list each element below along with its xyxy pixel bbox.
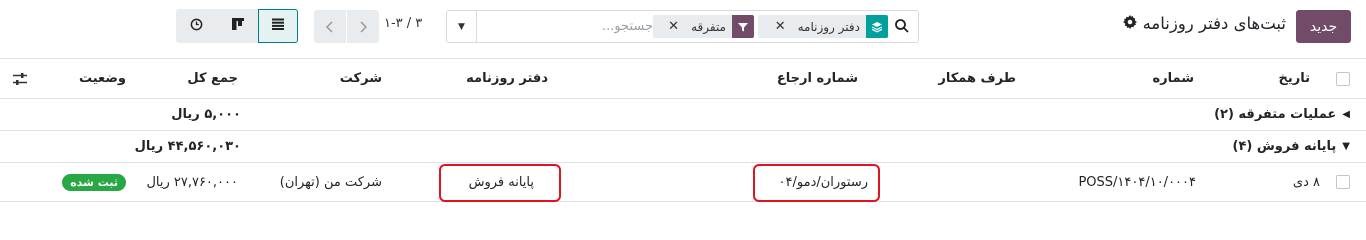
search-icon[interactable]	[894, 18, 912, 36]
view-switcher	[176, 9, 298, 43]
cell-total: ۲۷,۷۶۰,۰۰۰ ریال	[146, 174, 238, 190]
column-date[interactable]: تاریخ	[1279, 59, 1311, 98]
table-row[interactable]: ۸ دی POSS/۱۴۰۴/۱۰/۰۰۰۴ رستوران/دمو/۰۴ پا…	[0, 163, 1366, 202]
group-label: عملیات متفرقه (۲)	[1214, 107, 1337, 122]
cell-company: شرکت من (تهران)	[279, 174, 382, 190]
cell-date: ۸ دی	[1292, 174, 1320, 190]
column-total[interactable]: جمع کل	[187, 59, 238, 98]
filter-icon	[732, 15, 754, 38]
control-panel: جدید ثبت‌های دفتر روزنامه ▼ جستجو... دفت…	[0, 0, 1366, 58]
cell-number: POSS/۱۴۰۴/۱۰/۰۰۰۴	[1078, 174, 1196, 190]
kanban-view-button[interactable]	[217, 9, 258, 43]
group-total: ۵,۰۰۰ ریال	[171, 107, 241, 122]
clock-icon	[190, 18, 203, 35]
facet-remove-icon[interactable]: ✕	[771, 19, 792, 34]
highlight-box-reference	[753, 164, 880, 202]
group-header-pos[interactable]: ▼ پایانه فروش (۴)	[1233, 131, 1351, 162]
activity-view-button[interactable]	[176, 9, 217, 43]
column-reference[interactable]: شماره ارجاع	[777, 59, 858, 98]
optional-columns-icon[interactable]	[12, 59, 28, 98]
list-icon	[271, 18, 285, 34]
column-partner[interactable]: طرف همکار	[938, 59, 1016, 98]
facet-remove-icon[interactable]: ✕	[664, 19, 685, 34]
pager-previous-button[interactable]	[314, 10, 347, 43]
caret-down-icon: ▼	[1342, 141, 1350, 152]
group-total: ۴۴,۵۶۰,۰۳۰ ریال	[134, 139, 241, 154]
gear-icon[interactable]	[1122, 14, 1137, 33]
group-row-misc[interactable]: ◀ عملیات متفرقه (۲) ۵,۰۰۰ ریال	[0, 99, 1366, 131]
column-company[interactable]: شرکت	[340, 59, 382, 98]
list-view-button[interactable]	[258, 9, 298, 43]
search-box[interactable]: ▼ جستجو... دفتر روزنامه ✕ متفرقه ✕	[446, 10, 919, 43]
column-status[interactable]: وضعیت	[79, 59, 126, 98]
column-journal[interactable]: دفتر روزنامه	[466, 59, 548, 98]
layers-icon	[866, 15, 888, 38]
page-title-label: ثبت‌های دفتر روزنامه	[1142, 14, 1286, 33]
facet-journal-label: دفتر روزنامه	[797, 19, 860, 34]
group-header-misc[interactable]: ◀ عملیات متفرقه (۲)	[1214, 99, 1350, 130]
pager-next-button[interactable]	[347, 10, 379, 43]
pager-value[interactable]: ۱-۳ / ۳	[384, 16, 422, 31]
table-header: تاریخ شماره طرف همکار شماره ارجاع دفتر ر…	[0, 58, 1366, 99]
group-row-pos[interactable]: ▼ پایانه فروش (۴) ۴۴,۵۶۰,۰۳۰ ریال	[0, 131, 1366, 163]
select-all-checkbox[interactable]	[1336, 59, 1350, 98]
page-title: ثبت‌های دفتر روزنامه	[1122, 14, 1286, 33]
pager-buttons	[314, 10, 379, 43]
column-number[interactable]: شماره	[1152, 59, 1194, 98]
kanban-icon	[231, 17, 245, 35]
caret-left-icon: ◀	[1342, 109, 1350, 120]
journal-entries-list: تاریخ شماره طرف همکار شماره ارجاع دفتر ر…	[0, 58, 1366, 202]
caret-down-icon: ▼	[458, 21, 465, 32]
status-badge-label: ثبت شده	[62, 173, 126, 191]
new-button[interactable]: جدید	[1296, 10, 1351, 43]
facet-misc[interactable]: متفرقه ✕	[653, 15, 754, 38]
search-options-toggle[interactable]: ▼	[447, 11, 477, 42]
facet-journal[interactable]: دفتر روزنامه ✕	[758, 15, 888, 38]
highlight-box-journal	[439, 164, 561, 202]
row-checkbox[interactable]	[1336, 163, 1350, 201]
status-badge: ثبت شده	[62, 163, 126, 201]
group-label: پایانه فروش (۴)	[1232, 139, 1337, 154]
facet-misc-label: متفرقه	[691, 19, 726, 34]
search-input[interactable]: جستجو...	[602, 19, 653, 34]
